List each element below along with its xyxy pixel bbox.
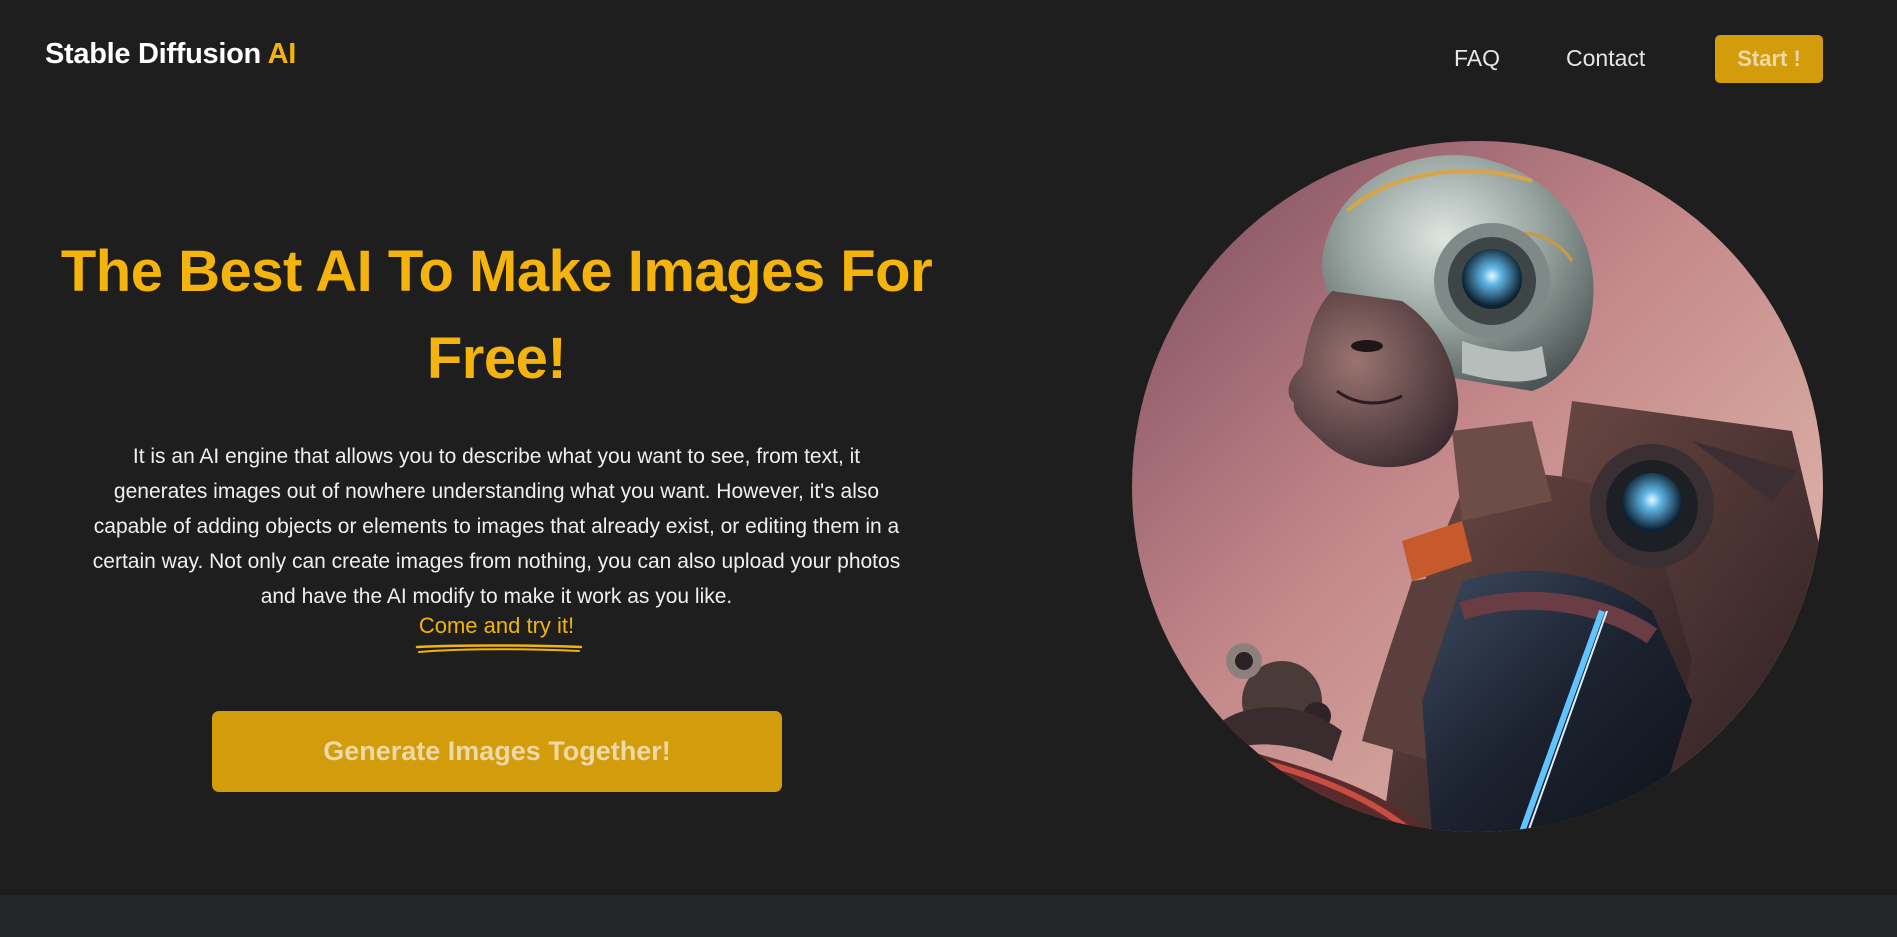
hero-description: It is an AI engine that allows you to de… [92,445,901,608]
logo-accent-text: AI [267,38,297,70]
start-button[interactable]: Start ! [1715,35,1823,83]
generate-images-button[interactable]: Generate Images Together! [212,711,782,792]
logo-main-text: Stable Diffusion [45,38,268,70]
nav-link-faq[interactable]: FAQ [1454,45,1500,72]
try-it-link[interactable]: Come and try it! [419,613,574,638]
next-section-band [0,895,1897,937]
robot-helmet-illustration [1132,141,1823,832]
hero-title: The Best AI To Make Images For Free! [60,239,933,391]
nav-link-contact[interactable]: Contact [1566,45,1645,72]
landing-page: Stable Diffusion AI FAQ Contact Start ! … [0,0,1897,937]
try-link-wrapper: Come and try it! [390,613,603,653]
site-logo[interactable]: Stable Diffusion AI [45,38,296,71]
hero-robot-image [1132,141,1823,832]
underline-scribble-icon [415,644,583,653]
site-header: Stable Diffusion AI FAQ Contact Start ! [0,0,1897,118]
